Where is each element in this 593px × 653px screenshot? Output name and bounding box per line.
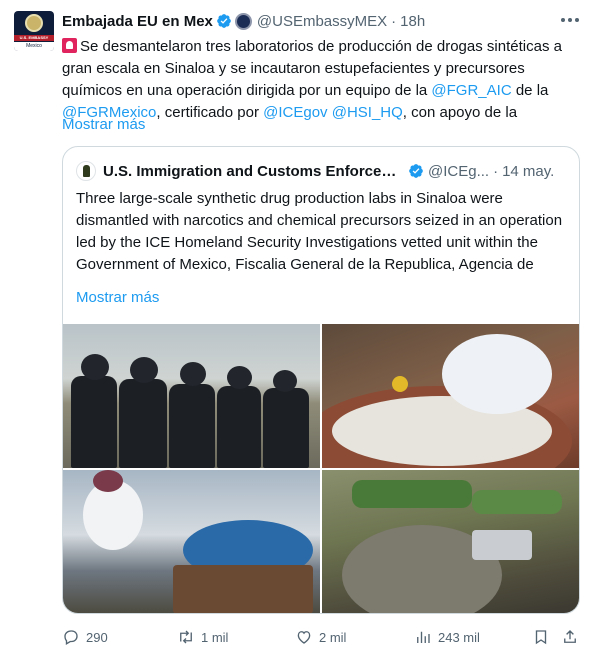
photo-equipment[interactable]: [322, 470, 579, 613]
tweet-card[interactable]: U.S. EMBASSY Mexico Embajada EU en Mex @…: [0, 0, 593, 653]
quote-timestamp[interactable]: 14 may.: [502, 163, 554, 180]
quote-author-handle[interactable]: @ICEg...: [428, 163, 489, 180]
retweet-icon: [180, 630, 192, 644]
like-button[interactable]: 2 mil: [295, 626, 346, 648]
timestamp[interactable]: 18h: [400, 13, 425, 30]
avatar[interactable]: U.S. EMBASSY Mexico: [14, 11, 54, 51]
reply-icon: [64, 630, 78, 645]
government-badge-icon: [234, 12, 252, 30]
mention-link[interactable]: @ICEgov: [263, 104, 327, 121]
photo-lab-drum[interactable]: [322, 324, 579, 468]
show-more-link[interactable]: Mostrar más: [62, 114, 145, 136]
quoted-tweet[interactable]: U.S. Immigration and Customs Enforceme..…: [62, 146, 580, 614]
bookmark-icon: [535, 630, 547, 645]
avatar-band-text: U.S. EMBASSY: [14, 35, 54, 41]
avatar-city-text: Mexico: [14, 42, 54, 51]
tweet-text-part: , certificado por: [156, 104, 264, 121]
mention-link[interactable]: @FGR_AIC: [431, 82, 511, 99]
author-handle[interactable]: @USEmbassyMEX: [257, 13, 387, 30]
quote-header: U.S. Immigration and Customs Enforceme..…: [76, 161, 568, 181]
photo-worker-barrel[interactable]: [63, 470, 320, 613]
quote-author-name[interactable]: U.S. Immigration and Customs Enforceme..…: [103, 163, 405, 180]
siren-emoji-icon: [62, 38, 77, 53]
separator-dot: ·: [493, 162, 499, 180]
reply-count: 290: [86, 629, 108, 645]
quote-avatar[interactable]: [76, 161, 96, 181]
verified-badge-icon: [409, 164, 423, 178]
tweet-header: Embajada EU en Mex @USEmbassyMEX · 18h: [62, 11, 425, 31]
views-count: 243 mil: [438, 629, 480, 645]
quote-text: Three large-scale synthetic drug product…: [76, 190, 563, 273]
views-button[interactable]: 243 mil: [414, 626, 480, 648]
like-count: 2 mil: [319, 629, 347, 645]
verified-badge-icon: [217, 14, 231, 28]
action-bar: 290 1 mil 2 mil 243 mil: [62, 626, 582, 648]
separator-dot: ·: [391, 12, 397, 30]
bookmark-button[interactable]: [532, 626, 550, 648]
media-grid: [63, 324, 579, 613]
share-button[interactable]: [561, 626, 579, 648]
tweet-text-part: de la: [511, 82, 549, 99]
embassy-seal-icon: [25, 14, 43, 32]
share-icon: [564, 630, 576, 643]
views-icon: [417, 631, 430, 643]
retweet-count: 1 mil: [201, 629, 229, 645]
photo-armed-officers[interactable]: [63, 324, 320, 468]
retweet-button[interactable]: 1 mil: [177, 626, 228, 648]
more-icon[interactable]: [556, 10, 584, 30]
author-name[interactable]: Embajada EU en Mex: [62, 13, 213, 30]
reply-button[interactable]: 290: [62, 626, 108, 648]
mention-link[interactable]: @HSI_HQ: [332, 104, 403, 121]
tweet-text-part: , con apoyo de la: [402, 104, 518, 121]
tweet-text: Se desmantelaron tres laboratorios de pr…: [62, 36, 582, 124]
quote-show-more-link[interactable]: Mostrar más: [76, 287, 159, 309]
like-icon: [297, 631, 311, 644]
